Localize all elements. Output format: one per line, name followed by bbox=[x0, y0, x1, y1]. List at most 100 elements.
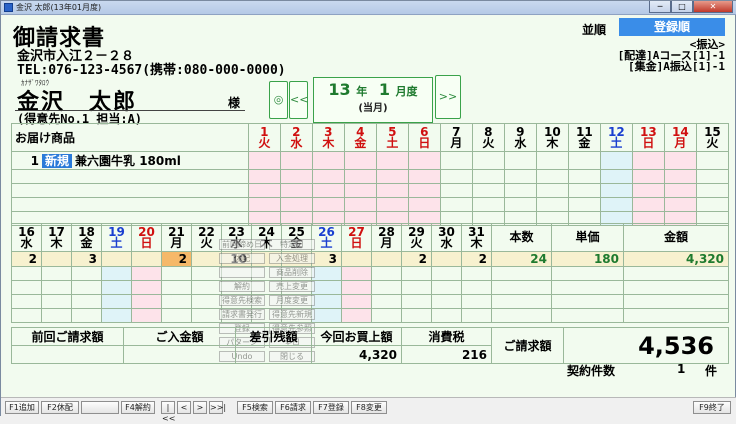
delivery-quantity[interactable] bbox=[431, 251, 462, 267]
delivery-cell[interactable] bbox=[663, 151, 697, 170]
delivery-cell[interactable] bbox=[71, 308, 102, 323]
delivery-cell[interactable] bbox=[599, 151, 633, 170]
delivery-cell[interactable] bbox=[491, 294, 552, 309]
delivery-cell[interactable] bbox=[401, 280, 432, 295]
delivery-cell[interactable] bbox=[131, 266, 162, 281]
delivery-cell[interactable] bbox=[191, 308, 222, 323]
context-menu-item[interactable]: 請求書発行 bbox=[219, 309, 265, 320]
delivery-cell[interactable] bbox=[371, 266, 402, 281]
empty-row[interactable] bbox=[11, 308, 729, 323]
delivery-cell[interactable] bbox=[599, 183, 633, 198]
function-key-button[interactable]: F9終了 bbox=[693, 401, 731, 414]
context-menu-item[interactable]: 特定日 bbox=[269, 239, 315, 250]
delivery-cell[interactable] bbox=[567, 169, 601, 184]
delivery-cell[interactable] bbox=[491, 280, 552, 295]
delivery-cell[interactable] bbox=[503, 197, 537, 212]
delivery-quantity[interactable] bbox=[101, 251, 132, 267]
delivery-cell[interactable] bbox=[371, 294, 402, 309]
delivery-cell[interactable] bbox=[407, 183, 441, 198]
context-menu-item[interactable]: 得意先新規 bbox=[269, 309, 315, 320]
delivery-cell[interactable] bbox=[439, 197, 473, 212]
delivery-cell[interactable] bbox=[407, 197, 441, 212]
delivery-cell[interactable] bbox=[41, 308, 72, 323]
delivery-cell[interactable] bbox=[623, 294, 729, 309]
delivery-cell[interactable] bbox=[401, 308, 432, 323]
delivery-cell[interactable] bbox=[431, 266, 462, 281]
delivery-cell[interactable] bbox=[131, 280, 162, 295]
delivery-cell[interactable] bbox=[71, 294, 102, 309]
delivery-cell[interactable] bbox=[11, 266, 42, 281]
delivery-quantity[interactable] bbox=[341, 251, 372, 267]
context-menu-item[interactable]: 月度変更 bbox=[269, 295, 315, 306]
delivery-cell[interactable] bbox=[343, 151, 377, 170]
delivery-cell[interactable] bbox=[551, 280, 624, 295]
context-menu-item[interactable]: 売上変更 bbox=[269, 281, 315, 292]
delivery-cell[interactable] bbox=[503, 183, 537, 198]
delivery-cell[interactable] bbox=[101, 280, 132, 295]
function-key-button[interactable]: |<< bbox=[161, 401, 175, 423]
delivery-cell[interactable] bbox=[503, 169, 537, 184]
delivery-cell[interactable] bbox=[401, 266, 432, 281]
function-key-button[interactable]: F5検索 bbox=[237, 401, 273, 414]
function-key-button[interactable] bbox=[81, 401, 119, 414]
delivery-cell[interactable] bbox=[247, 197, 281, 212]
product-cell[interactable] bbox=[11, 197, 249, 212]
delivery-quantity[interactable]: 2 bbox=[11, 251, 42, 267]
delivery-cell[interactable] bbox=[41, 280, 72, 295]
minimize-button[interactable]: ─ bbox=[649, 1, 671, 13]
delivery-cell[interactable] bbox=[631, 183, 665, 198]
delivery-quantity[interactable]: 2 bbox=[161, 251, 192, 267]
function-key-button[interactable]: F1追加 bbox=[5, 401, 39, 414]
empty-row[interactable] bbox=[11, 197, 730, 212]
delivery-cell[interactable] bbox=[401, 294, 432, 309]
delivery-cell[interactable] bbox=[311, 197, 345, 212]
delivery-cell[interactable] bbox=[247, 183, 281, 198]
delivery-cell[interactable] bbox=[471, 183, 505, 198]
delivery-quantity[interactable] bbox=[191, 251, 222, 267]
context-menu-item[interactable]: 前回締め日 bbox=[219, 239, 265, 250]
delivery-cell[interactable] bbox=[191, 294, 222, 309]
delivery-cell[interactable] bbox=[279, 197, 313, 212]
delivery-cell[interactable] bbox=[695, 151, 730, 170]
delivery-cell[interactable] bbox=[11, 294, 42, 309]
delivery-cell[interactable] bbox=[535, 183, 569, 198]
delivery-cell[interactable] bbox=[599, 197, 633, 212]
delivery-cell[interactable] bbox=[407, 169, 441, 184]
delivery-cell[interactable] bbox=[663, 197, 697, 212]
delivery-cell[interactable] bbox=[551, 308, 624, 323]
delivery-cell[interactable] bbox=[375, 151, 409, 170]
delivery-cell[interactable] bbox=[131, 294, 162, 309]
delivery-cell[interactable] bbox=[341, 294, 372, 309]
delivery-cell[interactable] bbox=[71, 266, 102, 281]
delivery-quantity[interactable]: 2 bbox=[401, 251, 432, 267]
delivery-cell[interactable] bbox=[279, 169, 313, 184]
empty-row[interactable] bbox=[11, 266, 729, 281]
delivery-cell[interactable] bbox=[279, 151, 313, 170]
delivery-cell[interactable] bbox=[461, 280, 492, 295]
table-row[interactable]: 23210322241804,320 bbox=[11, 251, 729, 267]
next-month-button[interactable]: >> bbox=[435, 75, 461, 119]
delivery-quantity[interactable]: 3 bbox=[71, 251, 102, 267]
delivery-cell[interactable] bbox=[551, 266, 624, 281]
empty-row[interactable] bbox=[11, 183, 730, 198]
delivery-cell[interactable] bbox=[567, 151, 601, 170]
context-menu-item[interactable]: 商品削除 bbox=[269, 267, 315, 278]
empty-row[interactable] bbox=[11, 294, 729, 309]
delivery-cell[interactable] bbox=[439, 151, 473, 170]
delivery-cell[interactable] bbox=[461, 294, 492, 309]
empty-row[interactable] bbox=[11, 169, 730, 184]
delivery-cell[interactable] bbox=[471, 197, 505, 212]
delivery-cell[interactable] bbox=[279, 183, 313, 198]
empty-row[interactable] bbox=[11, 280, 729, 295]
function-key-button[interactable]: > bbox=[193, 401, 207, 414]
delivery-cell[interactable] bbox=[407, 151, 441, 170]
delivery-cell[interactable] bbox=[431, 308, 462, 323]
delivery-cell[interactable] bbox=[623, 308, 729, 323]
delivery-cell[interactable] bbox=[375, 183, 409, 198]
delivery-cell[interactable] bbox=[191, 280, 222, 295]
function-key-button[interactable]: F8変更 bbox=[351, 401, 387, 414]
delivery-cell[interactable] bbox=[431, 280, 462, 295]
delivery-cell[interactable] bbox=[343, 183, 377, 198]
delivery-cell[interactable] bbox=[375, 197, 409, 212]
delivery-cell[interactable] bbox=[311, 169, 345, 184]
